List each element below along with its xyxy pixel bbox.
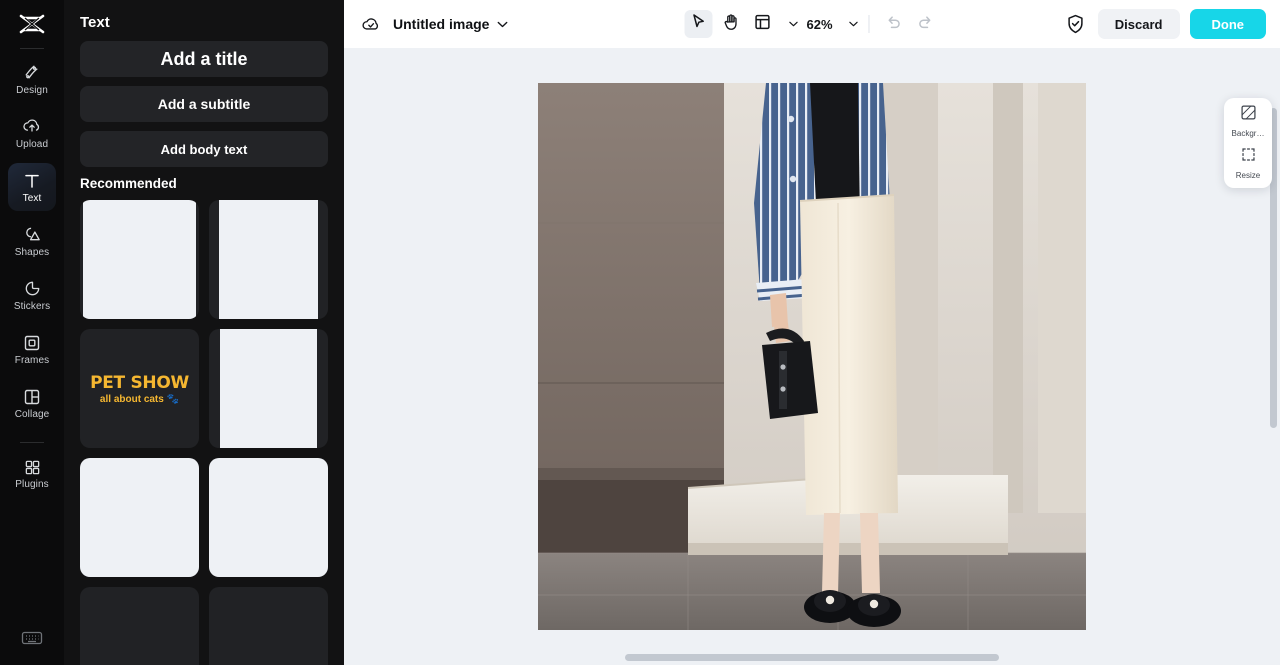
- template-card-title: Fashion streetwear: [80, 458, 199, 577]
- rail-item-list: Design Upload Text Shapes Stickers Frame…: [0, 55, 64, 503]
- template-card-title: PET SHOW: [90, 372, 189, 393]
- upload-icon: [22, 116, 42, 136]
- sidebar-item-label: Plugins: [15, 479, 49, 490]
- template-art: RECORD Daily Life: [219, 329, 318, 448]
- template-card-title: Taste is super spicy: [209, 458, 328, 577]
- frames-icon: [23, 332, 41, 352]
- sidebar-item-label: Collage: [14, 409, 50, 420]
- hand-tool-button[interactable]: [716, 10, 744, 38]
- done-button[interactable]: Done: [1189, 9, 1266, 39]
- undo-icon: [886, 14, 902, 34]
- image-artboard[interactable]: [538, 83, 1086, 630]
- sidebar-item-plugins[interactable]: Plugins: [8, 449, 56, 497]
- zoom-chevron-down-icon[interactable]: [849, 21, 859, 27]
- undo-button[interactable]: [880, 10, 908, 38]
- sidebar-item-upload[interactable]: Upload: [8, 109, 56, 157]
- sidebar-item-label: Upload: [15, 139, 49, 150]
- text-panel: Text Add a title Add a subtitle Add body…: [64, 0, 344, 665]
- add-a-subtitle-button[interactable]: Add a subtitle: [80, 86, 328, 122]
- layout-chevron-down-icon[interactable]: [788, 21, 798, 27]
- template-card-feelings[interactable]: streetwear fashion FEELINGS TM: [80, 200, 199, 319]
- template-art: Fashion streetwear Grab it on our offsit…: [80, 458, 199, 577]
- shapes-icon: [23, 224, 42, 244]
- toolbar-separator: [868, 15, 870, 33]
- capcut-editor-window: Design Upload Text Shapes Stickers Frame…: [0, 0, 1280, 665]
- horizontal-scrollbar[interactable]: [625, 654, 999, 661]
- template-card-special[interactable]: SPECIAL: [209, 587, 328, 665]
- toolbar-center-tools: 62%: [684, 10, 939, 38]
- zoom-level-value[interactable]: 62%: [802, 17, 836, 32]
- resize-icon: [1240, 146, 1257, 168]
- template-card-title: Daily Life: [219, 329, 318, 448]
- sidebar-item-label: Frames: [14, 355, 50, 366]
- collage-icon: [23, 386, 41, 406]
- background-button[interactable]: Backgr…: [1226, 104, 1270, 138]
- capcut-logo[interactable]: [15, 11, 49, 39]
- main-area: Untitled image 62% Discard Done Backgr… …: [344, 0, 1280, 665]
- sidebar-item-label: Stickers: [13, 301, 51, 312]
- template-card-pet-show[interactable]: PET SHOW all about cats 🐾: [80, 329, 199, 448]
- template-card-sub: all about cats 🐾: [90, 394, 189, 405]
- sidebar-item-collage[interactable]: Collage: [8, 379, 56, 427]
- paw-icon: 🐾: [166, 393, 180, 405]
- template-art: Pet sitter: [219, 200, 318, 319]
- cloud-sync-icon[interactable]: [358, 11, 384, 37]
- add-a-title-button[interactable]: Add a title: [80, 41, 328, 77]
- rail-divider: [20, 48, 44, 49]
- template-art: PET SHOW all about cats 🐾: [90, 373, 189, 405]
- layout-tool-button[interactable]: [748, 10, 776, 38]
- keyboard-shortcuts-button[interactable]: [12, 623, 52, 657]
- sidebar-item-label: Shapes: [14, 247, 50, 258]
- template-card-daily-life[interactable]: RECORD Daily Life: [209, 329, 328, 448]
- floating-tool-card: Backgr… Resize: [1224, 98, 1272, 188]
- rail-divider-2: [20, 442, 44, 443]
- background-button-label: Backgr…: [1231, 129, 1265, 138]
- background-icon: [1240, 104, 1257, 126]
- cursor-arrow-icon: [690, 13, 706, 35]
- sidebar-item-shapes[interactable]: Shapes: [8, 217, 56, 265]
- sidebar-item-label: Text: [22, 193, 42, 204]
- canvas-photo: [538, 83, 1086, 630]
- template-card-pet-sitter[interactable]: Pet sitter: [209, 200, 328, 319]
- redo-icon: [918, 14, 934, 34]
- template-card-fashion-streetwear[interactable]: Fashion streetwear Grab it on our offsit…: [80, 458, 199, 577]
- document-title[interactable]: Untitled image: [393, 16, 489, 32]
- rail-bottom-area: [0, 623, 64, 657]
- sidebar-item-frames[interactable]: Frames: [8, 325, 56, 373]
- text-icon: [23, 170, 41, 190]
- canvas-area[interactable]: Backgr… Resize: [344, 48, 1280, 665]
- template-card-chevrons[interactable]: »›: [80, 587, 199, 665]
- sidebar-item-stickers[interactable]: Stickers: [8, 271, 56, 319]
- discard-button[interactable]: Discard: [1097, 9, 1180, 39]
- sidebar-item-design[interactable]: Design: [8, 55, 56, 103]
- design-icon: [23, 62, 42, 82]
- keyboard-icon: [21, 630, 43, 651]
- recommended-section-title: Recommended: [80, 176, 177, 191]
- chevron-down-icon[interactable]: [497, 21, 508, 28]
- panel-title: Text: [80, 14, 110, 31]
- plugins-icon: [24, 456, 41, 476]
- recommended-template-grid: streetwear fashion FEELINGS TM Pet sitte…: [80, 200, 328, 665]
- layout-panel-icon: [754, 14, 770, 35]
- select-tool-button[interactable]: [684, 10, 713, 38]
- sidebar-item-text[interactable]: Text: [8, 163, 56, 211]
- left-icon-rail: Design Upload Text Shapes Stickers Frame…: [0, 0, 64, 665]
- template-card-title: Pet sitter: [219, 200, 318, 319]
- top-toolbar: Untitled image 62% Discard Done: [344, 0, 1280, 48]
- resize-button[interactable]: Resize: [1226, 146, 1270, 180]
- template-art: Taste is super spicy: [209, 458, 328, 577]
- template-card-title: FEELINGS TM: [83, 200, 196, 319]
- shield-check-icon[interactable]: [1064, 12, 1088, 36]
- stickers-icon: [23, 278, 42, 298]
- add-body-text-button[interactable]: Add body text: [80, 131, 328, 167]
- hand-icon: [722, 13, 739, 36]
- resize-button-label: Resize: [1235, 171, 1261, 180]
- sidebar-item-label: Design: [16, 85, 48, 96]
- template-art: streetwear fashion FEELINGS TM: [83, 200, 196, 319]
- template-card-sub-text: all about cats: [99, 393, 164, 405]
- redo-button[interactable]: [912, 10, 940, 38]
- template-card-taste-is-super-spicy[interactable]: Taste is super spicy: [209, 458, 328, 577]
- toolbar-right-actions: Discard Done: [1064, 9, 1266, 39]
